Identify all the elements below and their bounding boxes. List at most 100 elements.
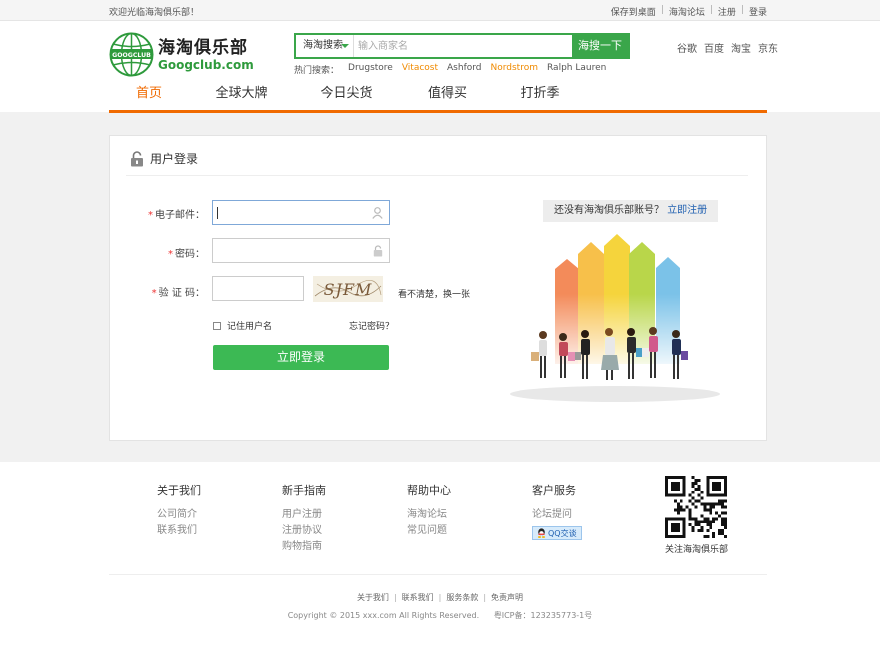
hot-search-item[interactable]: Nordstrom [491, 63, 539, 76]
footer-link[interactable]: 论坛提问 [532, 509, 572, 520]
search-engine-links: 谷歌 百度 淘宝 京东 [677, 40, 778, 55]
footer-link[interactable]: 联系我们 [157, 525, 197, 536]
captcha-label: * 验 证 码： [125, 284, 205, 299]
icp-number: 粤ICP备：123235773-1号 [493, 611, 593, 620]
password-label: * 密码： [125, 245, 205, 260]
divider [109, 574, 767, 575]
qr-label: 关注海淘俱乐部 [665, 545, 729, 555]
qq-chat-label: QQ交谈 [548, 528, 577, 538]
separator: | [709, 5, 713, 15]
padlock-icon [373, 245, 383, 257]
site-header: GOOGCLUB 海淘俱乐部 Googclub.com 海淘搜索 海搜一下 热门… [0, 21, 880, 112]
nav-sales-season[interactable]: 打折季 [496, 80, 584, 112]
login-panel: 用户登录 * 电子邮件： * 密码： * 验 证 码： SJFM 看不清楚，换一张 记… [109, 135, 767, 441]
register-now-link[interactable]: 立即注册 [667, 205, 707, 216]
divider [126, 175, 748, 176]
footer-heading: 新手指南 [282, 484, 326, 497]
remember-username[interactable]: 记住用户名 [213, 319, 272, 332]
footer-heading: 帮助中心 [407, 484, 451, 497]
register-link[interactable]: 注册 [718, 5, 736, 18]
password-field[interactable] [212, 238, 390, 263]
separator: | [438, 593, 442, 602]
remember-checkbox[interactable] [213, 321, 221, 330]
logo-chinese-name: 海淘俱乐部 [158, 37, 248, 58]
hot-search-label: 热门搜索： [294, 66, 340, 76]
nav-home[interactable]: 首页 [109, 80, 189, 112]
footer-about-link[interactable]: 关于我们 [357, 593, 389, 602]
login-button[interactable]: 立即登录 [213, 345, 389, 370]
hot-search-item[interactable]: Ralph Lauren [547, 63, 606, 76]
text-cursor [217, 207, 218, 219]
footer-heading: 客户服务 [532, 484, 576, 497]
footer-bottom-links: 关于我们 | 联系我们 | 服务条款 | 免责声明 [0, 592, 880, 603]
forgot-password-link[interactable]: 忘记密码？ [349, 319, 394, 332]
globe-logo-icon: GOOGCLUB [109, 32, 154, 77]
email-input[interactable] [213, 201, 389, 224]
footer-link[interactable]: 用户注册 [282, 509, 322, 520]
email-label-text: 电子邮件： [155, 210, 205, 221]
site-logo[interactable]: GOOGCLUB 海淘俱乐部 Googclub.com [109, 32, 254, 77]
captcha-image[interactable]: SJFM [313, 276, 383, 302]
top-bar: 欢迎光临海淘俱乐部！ 保存到桌面 | 海淘论坛 | 注册 | 登录 [0, 0, 880, 21]
captcha-input[interactable] [213, 277, 303, 300]
caret-down-icon [341, 44, 349, 48]
nav-global-brands[interactable]: 全球大牌 [189, 80, 294, 112]
qq-penguin-icon [537, 528, 546, 538]
required-mark: * [168, 249, 173, 260]
password-input[interactable] [213, 239, 389, 262]
footer-link[interactable]: 注册协议 [282, 525, 322, 536]
email-field[interactable] [212, 200, 390, 225]
shoppers-illustration [510, 234, 720, 402]
login-link[interactable]: 登录 [749, 5, 767, 18]
hot-search-item[interactable]: Drugstore [348, 63, 393, 76]
separator: | [393, 593, 397, 602]
search-scope-label: 海淘搜索 [303, 40, 343, 51]
footer-link[interactable]: 常见问题 [407, 525, 447, 536]
register-prompt-text: 还没有海淘俱乐部账号？ [554, 205, 664, 216]
nav-worth-buying[interactable]: 值得买 [399, 80, 496, 112]
footer-contact-link[interactable]: 联系我们 [402, 593, 434, 602]
required-mark: * [151, 288, 157, 299]
logo-badge-text: GOOGCLUB [112, 52, 151, 59]
user-icon [372, 207, 383, 219]
hot-search-item[interactable]: Ashford [447, 63, 481, 76]
qr-code-image [665, 476, 727, 538]
nav-underline [109, 110, 767, 113]
login-title-text: 用户登录 [150, 152, 199, 166]
register-prompt: 还没有海淘俱乐部账号？ 立即注册 [543, 200, 719, 222]
qq-chat-button[interactable]: QQ交谈 [532, 526, 582, 540]
search-scope-select[interactable]: 海淘搜索 [296, 35, 354, 57]
captcha-field[interactable] [212, 276, 304, 301]
separator: | [483, 593, 487, 602]
footer-column-about: 关于我们 公司简介 联系我们 [157, 482, 201, 539]
footer-column-guide: 新手指南 用户注册 注册协议 购物指南 [282, 482, 326, 555]
engine-google-link[interactable]: 谷歌 [677, 40, 697, 55]
footer-link[interactable]: 公司简介 [157, 509, 197, 520]
logo-text: 海淘俱乐部 Googclub.com [158, 38, 254, 72]
main-nav: 首页 全球大牌 今日尖货 值得买 打折季 [109, 80, 767, 112]
password-label-text: 密码： [175, 249, 205, 260]
footer-link[interactable]: 海淘论坛 [407, 509, 447, 520]
site-footer: 关于我们 公司简介 联系我们 新手指南 用户注册 注册协议 购物指南 帮助中心 … [0, 462, 880, 659]
engine-taobao-link[interactable]: 淘宝 [731, 40, 751, 55]
footer-disclaimer-link[interactable]: 免责声明 [491, 593, 523, 602]
search-input[interactable] [358, 37, 568, 55]
separator: | [660, 5, 664, 15]
top-links: 保存到桌面 | 海淘论坛 | 注册 | 登录 [611, 5, 767, 18]
search-button[interactable]: 海搜一下 [572, 35, 628, 57]
captcha-refresh-link[interactable]: 看不清楚，换一张 [398, 287, 470, 300]
captcha-label-text: 验 证 码： [158, 288, 205, 299]
footer-terms-link[interactable]: 服务条款 [446, 593, 478, 602]
nav-today-picks[interactable]: 今日尖货 [294, 80, 399, 112]
hot-searches: 热门搜索： Drugstore Vitacost Ashford Nordstr… [294, 63, 606, 76]
footer-link[interactable]: 购物指南 [282, 541, 322, 552]
engine-jd-link[interactable]: 京东 [758, 40, 778, 55]
footer-heading: 关于我们 [157, 484, 201, 497]
engine-baidu-link[interactable]: 百度 [704, 40, 724, 55]
footer-column-service: 客户服务 论坛提问 QQ交谈 [532, 482, 582, 541]
save-to-desktop-link[interactable]: 保存到桌面 [611, 5, 656, 18]
forum-link[interactable]: 海淘论坛 [669, 5, 705, 18]
search-bar: 海淘搜索 海搜一下 [294, 33, 630, 59]
email-label: * 电子邮件： [125, 206, 205, 221]
hot-search-item[interactable]: Vitacost [402, 63, 438, 76]
